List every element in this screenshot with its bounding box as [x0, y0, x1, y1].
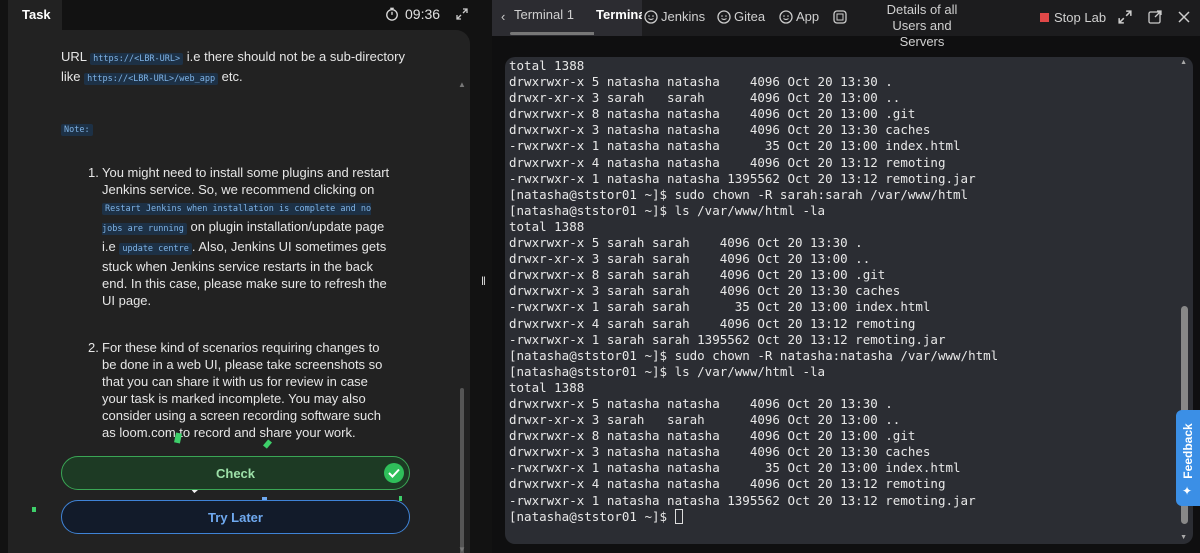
scrollbar-thumb[interactable]	[460, 388, 464, 553]
check-button[interactable]: Check	[61, 456, 410, 490]
url-text: etc.	[218, 69, 243, 84]
terminal-line: -rwxrwxr-x 1 natasha natasha 1395562 Oct…	[509, 170, 976, 186]
open-external-icon[interactable]	[1148, 10, 1162, 24]
feedback-label: Feedback	[1181, 423, 1195, 479]
terminal-line: [natasha@ststor01 ~]$ ls /var/www/html -…	[509, 363, 826, 379]
terminal-cursor	[674, 508, 683, 524]
terminal-line: drwxrwxr-x 5 sarah sarah 4096 Oct 20 13:…	[509, 235, 863, 251]
details-users-servers-link[interactable]: Details of all Users and Servers	[872, 2, 972, 50]
try-later-button[interactable]: Try Later	[61, 500, 410, 534]
terminal-line: total 1388	[509, 379, 585, 395]
terminal-line: drwxr-xr-x 3 sarah sarah 4096 Oct 20 13:…	[509, 90, 901, 106]
terminal-line: total 1388	[509, 218, 585, 234]
nav-jenkins-label: Jenkins	[661, 9, 706, 24]
url-paragraph: URL https://<LBR-URL> i.e there should n…	[61, 48, 411, 88]
grid-icon[interactable]	[833, 10, 847, 24]
terminal-line: drwxr-xr-x 3 sarah sarah 4096 Oct 20 13:…	[509, 412, 901, 428]
checkmark-icon	[384, 463, 404, 483]
terminal-line: drwxrwxr-x 3 natasha natasha 4096 Oct 20…	[509, 122, 931, 138]
terminal-scroll-down-arrow[interactable]: ▼	[1180, 534, 1187, 541]
terminal-scroll-up-arrow[interactable]: ▲	[1180, 59, 1187, 66]
chevron-left-icon[interactable]: ‹	[501, 9, 505, 24]
terminal-line: [natasha@ststor01 ~]$ sudo chown -R sara…	[509, 186, 969, 202]
terminal-line: drwxrwxr-x 4 sarah sarah 4096 Oct 20 13:…	[509, 315, 916, 331]
smiley-icon	[779, 9, 793, 24]
task-pane: Task 09:36 ▲ ▼ URL https://<LBR-URL> i.e…	[0, 0, 478, 553]
note-label: Note:	[61, 119, 93, 139]
expand-icon[interactable]	[1118, 10, 1132, 24]
tab-terminal-2-label: Terminal 2	[596, 7, 642, 22]
terminal-line: -rwxrwxr-x 1 sarah sarah 35 Oct 20 13:00…	[509, 299, 931, 315]
stopwatch-icon	[386, 7, 398, 21]
code-lbr-url: https://<LBR-URL>	[90, 53, 184, 65]
nav-gitea-label: Gitea	[734, 9, 766, 24]
terminal-line: drwxrwxr-x 4 natasha natasha 4096 Oct 20…	[509, 154, 946, 170]
terminal-output: total 1388 drwxrwxr-x 5 natasha natasha …	[509, 58, 998, 525]
terminal-prompt: [natasha@ststor01 ~]$	[509, 508, 675, 524]
nav-jenkins[interactable]: Jenkins	[644, 9, 705, 24]
feedback-button[interactable]: Feedback ✦	[1176, 410, 1200, 506]
terminal-window[interactable]: total 1388 drwxrwxr-x 5 natasha natasha …	[505, 57, 1193, 544]
terminal-line: drwxrwxr-x 4 natasha natasha 4096 Oct 20…	[509, 476, 946, 492]
terminal-line: drwxrwxr-x 8 natasha natasha 4096 Oct 20…	[509, 106, 916, 122]
note-code: Note:	[61, 124, 93, 136]
tab-task[interactable]: Task	[8, 0, 62, 30]
list-item: 2. For these kind of scenarios requiring…	[80, 339, 390, 441]
terminal-line: drwxrwxr-x 8 natasha natasha 4096 Oct 20…	[509, 428, 916, 444]
terminal-line: drwxrwxr-x 3 sarah sarah 4096 Oct 20 13:…	[509, 283, 901, 299]
check-button-label: Check	[215, 466, 256, 481]
nav-app[interactable]: App	[779, 9, 819, 24]
terminal-line: -rwxrwxr-x 1 natasha natasha 1395562 Oct…	[509, 492, 976, 508]
list-text: You might need to install some plugins a…	[102, 165, 390, 197]
scroll-up-arrow[interactable]: ▲	[458, 80, 466, 89]
drag-handle-icon: ‖	[481, 274, 486, 288]
terminal-line: -rwxrwxr-x 1 natasha natasha 35 Oct 20 1…	[509, 460, 961, 476]
list-item: 1. You might need to install some plugin…	[80, 164, 390, 309]
confetti	[399, 496, 402, 501]
url-text: URL	[61, 49, 91, 64]
list-number: 2.	[88, 340, 99, 355]
terminal-line: drwxrwxr-x 3 natasha natasha 4096 Oct 20…	[509, 444, 931, 460]
pane-resize-handle[interactable]: ‖	[478, 0, 492, 553]
tab-task-label: Task	[22, 7, 51, 22]
scroll-down-arrow[interactable]: ▼	[458, 545, 466, 553]
notes-list: 1. You might need to install some plugin…	[80, 164, 390, 441]
list-text: For these kind of scenarios requiring ch…	[102, 340, 383, 440]
terminal-line: -rwxrwxr-x 1 natasha natasha 35 Oct 20 1…	[509, 138, 961, 154]
terminal-line: drwxr-xr-x 3 sarah sarah 4096 Oct 20 13:…	[509, 251, 871, 267]
tab-terminal-1-label: Terminal 1	[514, 7, 574, 22]
nav-app-label: App	[796, 9, 820, 24]
top-toolbar: ‹ Terminal 1 Terminal 2 Jenkins Gitea Ap…	[492, 0, 1200, 49]
terminal-line: -rwxrwxr-x 1 sarah sarah 1395562 Oct 20 …	[509, 331, 946, 347]
sparkle-icon: ✦	[1182, 484, 1193, 498]
terminal-line: drwxrwxr-x 8 sarah sarah 4096 Oct 20 13:…	[509, 267, 886, 283]
terminal-line: total 1388	[509, 58, 585, 73]
terminal-line: [natasha@ststor01 ~]$ sudo chown -R nata…	[509, 347, 999, 363]
confetti	[32, 507, 36, 512]
terminal-line: drwxrwxr-x 5 natasha natasha 4096 Oct 20…	[509, 74, 893, 90]
stop-icon	[1040, 13, 1049, 22]
code-lbr-url-webapp: https://<LBR-URL>/web_app	[84, 73, 219, 85]
nav-gitea[interactable]: Gitea	[717, 9, 765, 24]
list-number: 1.	[88, 165, 99, 180]
smiley-icon	[717, 9, 731, 24]
expand-icon[interactable]	[456, 8, 468, 20]
try-later-label: Try Later	[208, 510, 263, 525]
code-update-centre: update centre	[119, 243, 192, 255]
terminal-pane: ‹ Terminal 1 Terminal 2 Jenkins Gitea Ap…	[492, 0, 1200, 553]
terminal-line: drwxrwxr-x 5 natasha natasha 4096 Oct 20…	[509, 395, 893, 411]
timer-value: 09:36	[405, 6, 441, 22]
stop-lab-label: Stop Lab	[1054, 10, 1107, 25]
stop-lab-button[interactable]: Stop Lab	[1040, 10, 1106, 25]
timer: 09:36	[385, 6, 440, 22]
tab-terminal-2[interactable]: Terminal 2	[594, 0, 642, 36]
terminal-line: [natasha@ststor01 ~]$ ls /var/www/html -…	[509, 202, 826, 218]
close-icon[interactable]	[1177, 10, 1191, 24]
smiley-icon	[644, 9, 658, 24]
